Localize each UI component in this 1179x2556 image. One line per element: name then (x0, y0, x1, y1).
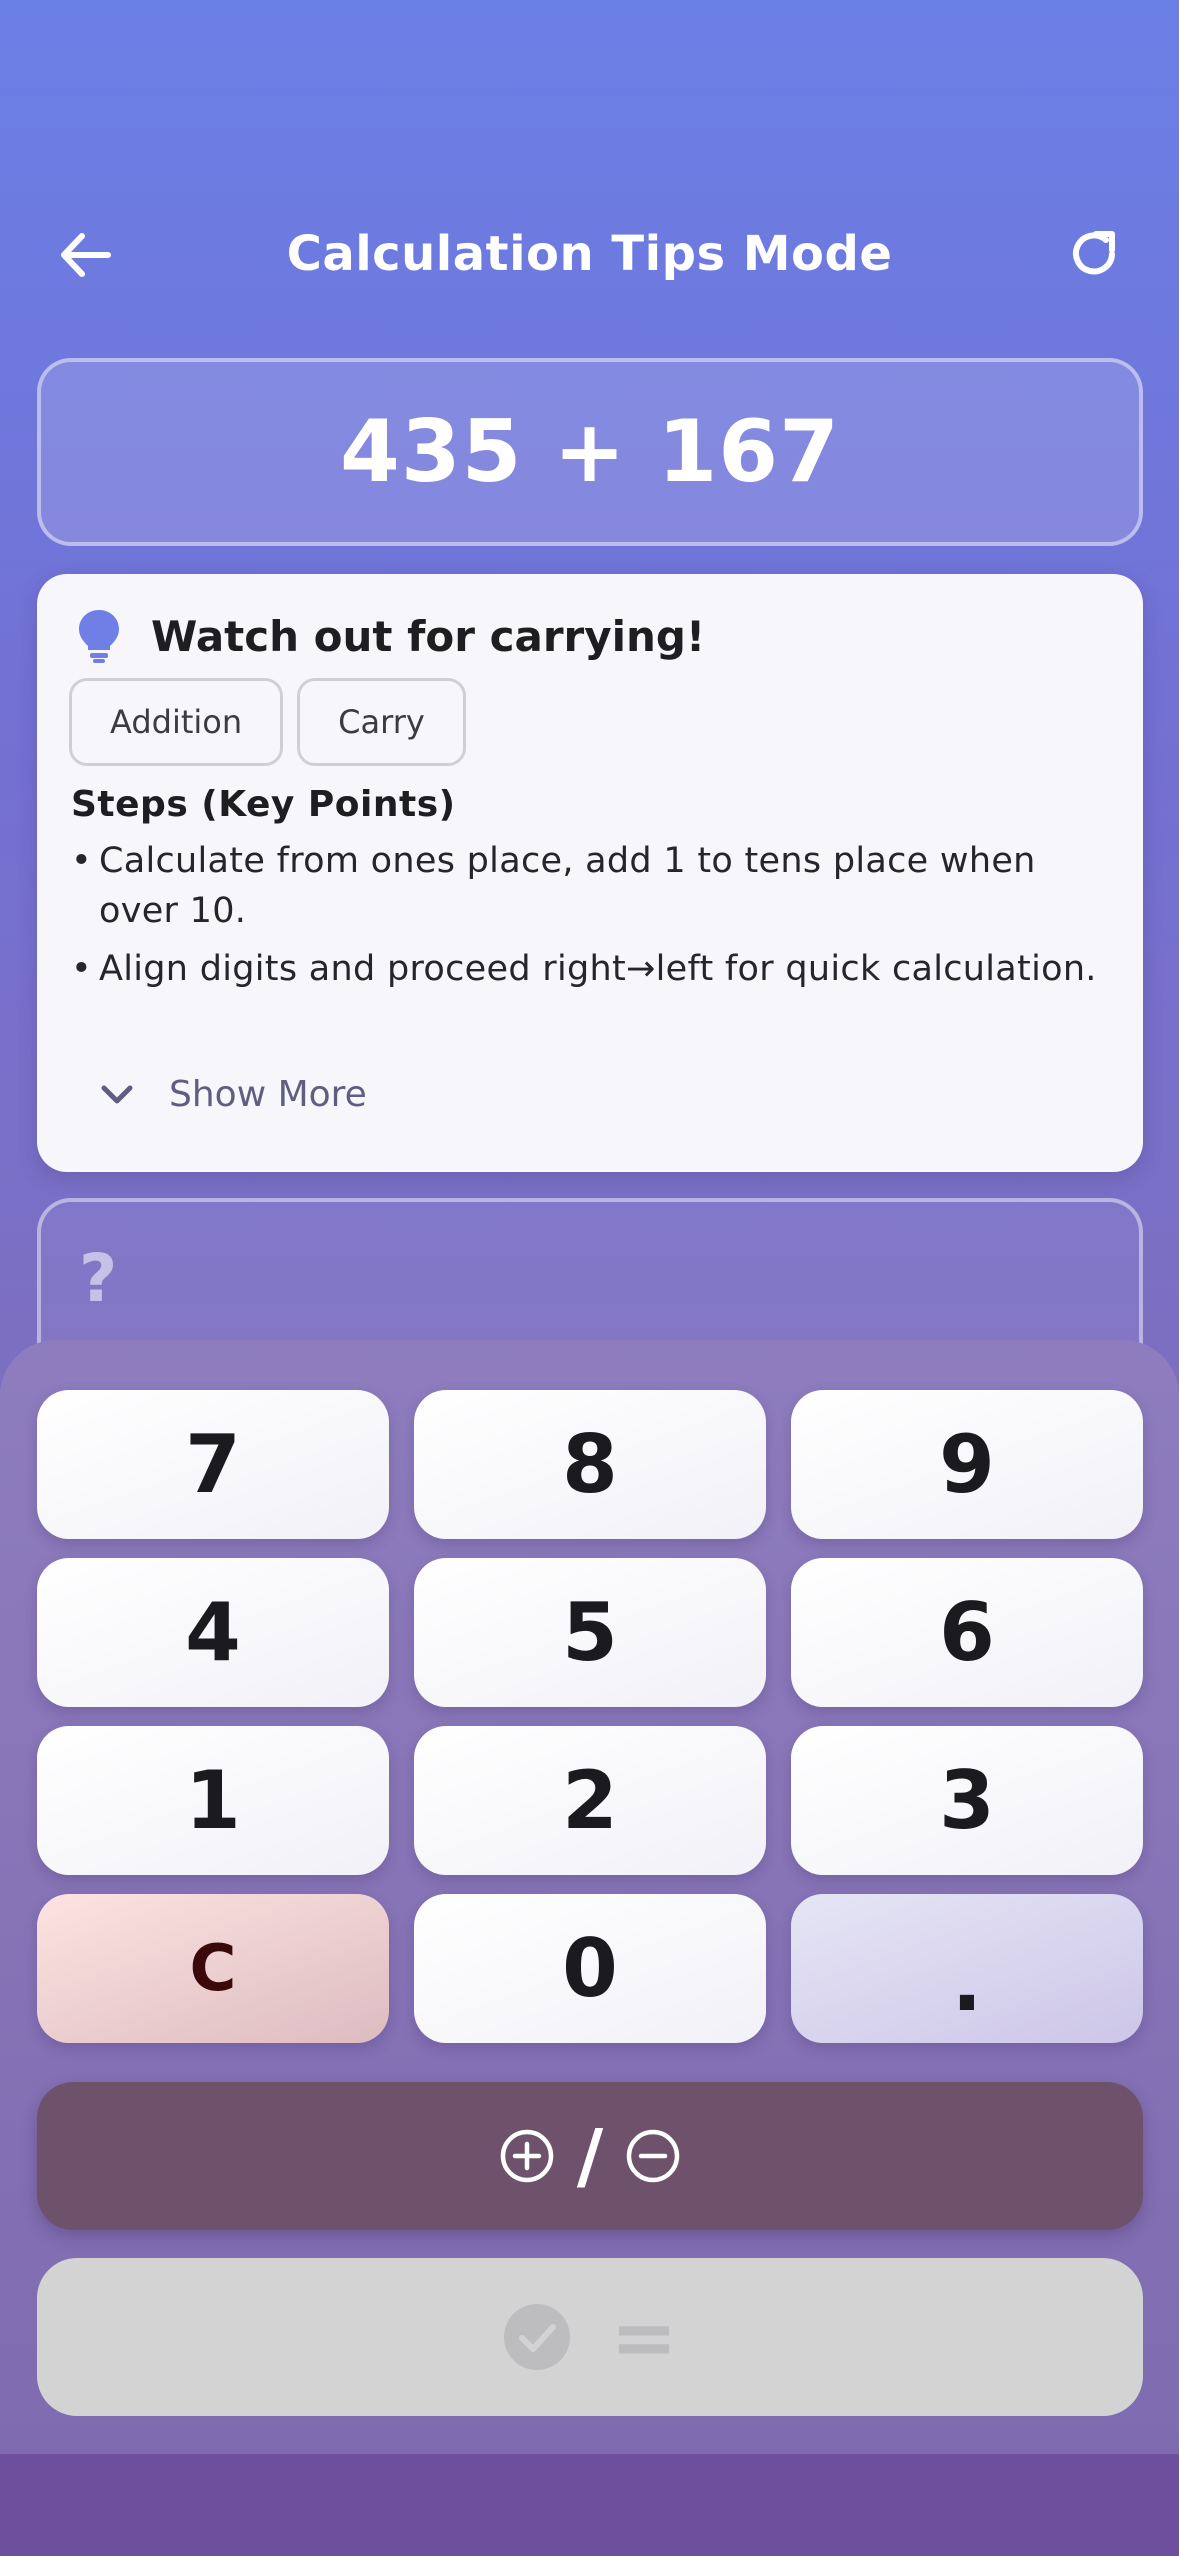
steps-list: Calculate from ones place, add 1 to tens… (71, 836, 1101, 1002)
bottom-bar (0, 2454, 1179, 2556)
problem-display: 435 + 167 (37, 358, 1143, 546)
key-9[interactable]: 9 (791, 1390, 1143, 1539)
refresh-button[interactable] (1059, 222, 1129, 286)
key-5[interactable]: 5 (414, 1558, 766, 1707)
tag-carry[interactable]: Carry (297, 678, 466, 766)
tip-header: Watch out for carrying! (77, 608, 705, 664)
minus-circle-icon (626, 2129, 680, 2183)
step-item: Calculate from ones place, add 1 to tens… (71, 836, 1101, 936)
sign-toggle-slash: / (576, 2114, 604, 2198)
show-more-button[interactable]: Show More (99, 1074, 367, 1115)
submit-button[interactable]: = (37, 2258, 1143, 2416)
lightbulb-icon (79, 610, 119, 663)
answer-placeholder: ? (79, 1240, 118, 1317)
key-4[interactable]: 4 (37, 1558, 389, 1707)
decimal-key[interactable]: . (791, 1894, 1143, 2043)
header: Calculation Tips Mode (0, 200, 1179, 310)
steps-title: Steps (Key Points) (71, 784, 456, 825)
check-circle-icon (504, 2304, 571, 2370)
key-7[interactable]: 7 (37, 1390, 389, 1539)
equals-label: = (610, 2290, 678, 2384)
chevron-down-icon (101, 1085, 133, 1103)
decimal-key-label: . (951, 1936, 983, 2029)
key-0[interactable]: 0 (414, 1894, 766, 2043)
problem-expression: 435 + 167 (340, 402, 840, 502)
number-keypad: 7 8 9 4 5 6 1 2 3 C 0 . (37, 1390, 1143, 2043)
key-8[interactable]: 8 (414, 1390, 766, 1539)
key-2[interactable]: 2 (414, 1726, 766, 1875)
sign-toggle-button[interactable]: / (37, 2082, 1143, 2230)
tips-card: Watch out for carrying! Addition Carry S… (37, 574, 1143, 1172)
tip-title: Watch out for carrying! (151, 611, 706, 661)
tag-list: Addition Carry (69, 678, 466, 766)
key-3[interactable]: 3 (791, 1726, 1143, 1875)
plus-circle-icon (500, 2129, 554, 2183)
tag-addition[interactable]: Addition (69, 678, 284, 766)
key-6[interactable]: 6 (791, 1558, 1143, 1707)
clear-key[interactable]: C (37, 1894, 389, 2043)
refresh-icon (1073, 231, 1115, 275)
show-more-label: Show More (169, 1074, 367, 1115)
key-1[interactable]: 1 (37, 1726, 389, 1875)
page-title: Calculation Tips Mode (286, 226, 893, 282)
step-item: Align digits and proceed right→left for … (71, 944, 1101, 994)
